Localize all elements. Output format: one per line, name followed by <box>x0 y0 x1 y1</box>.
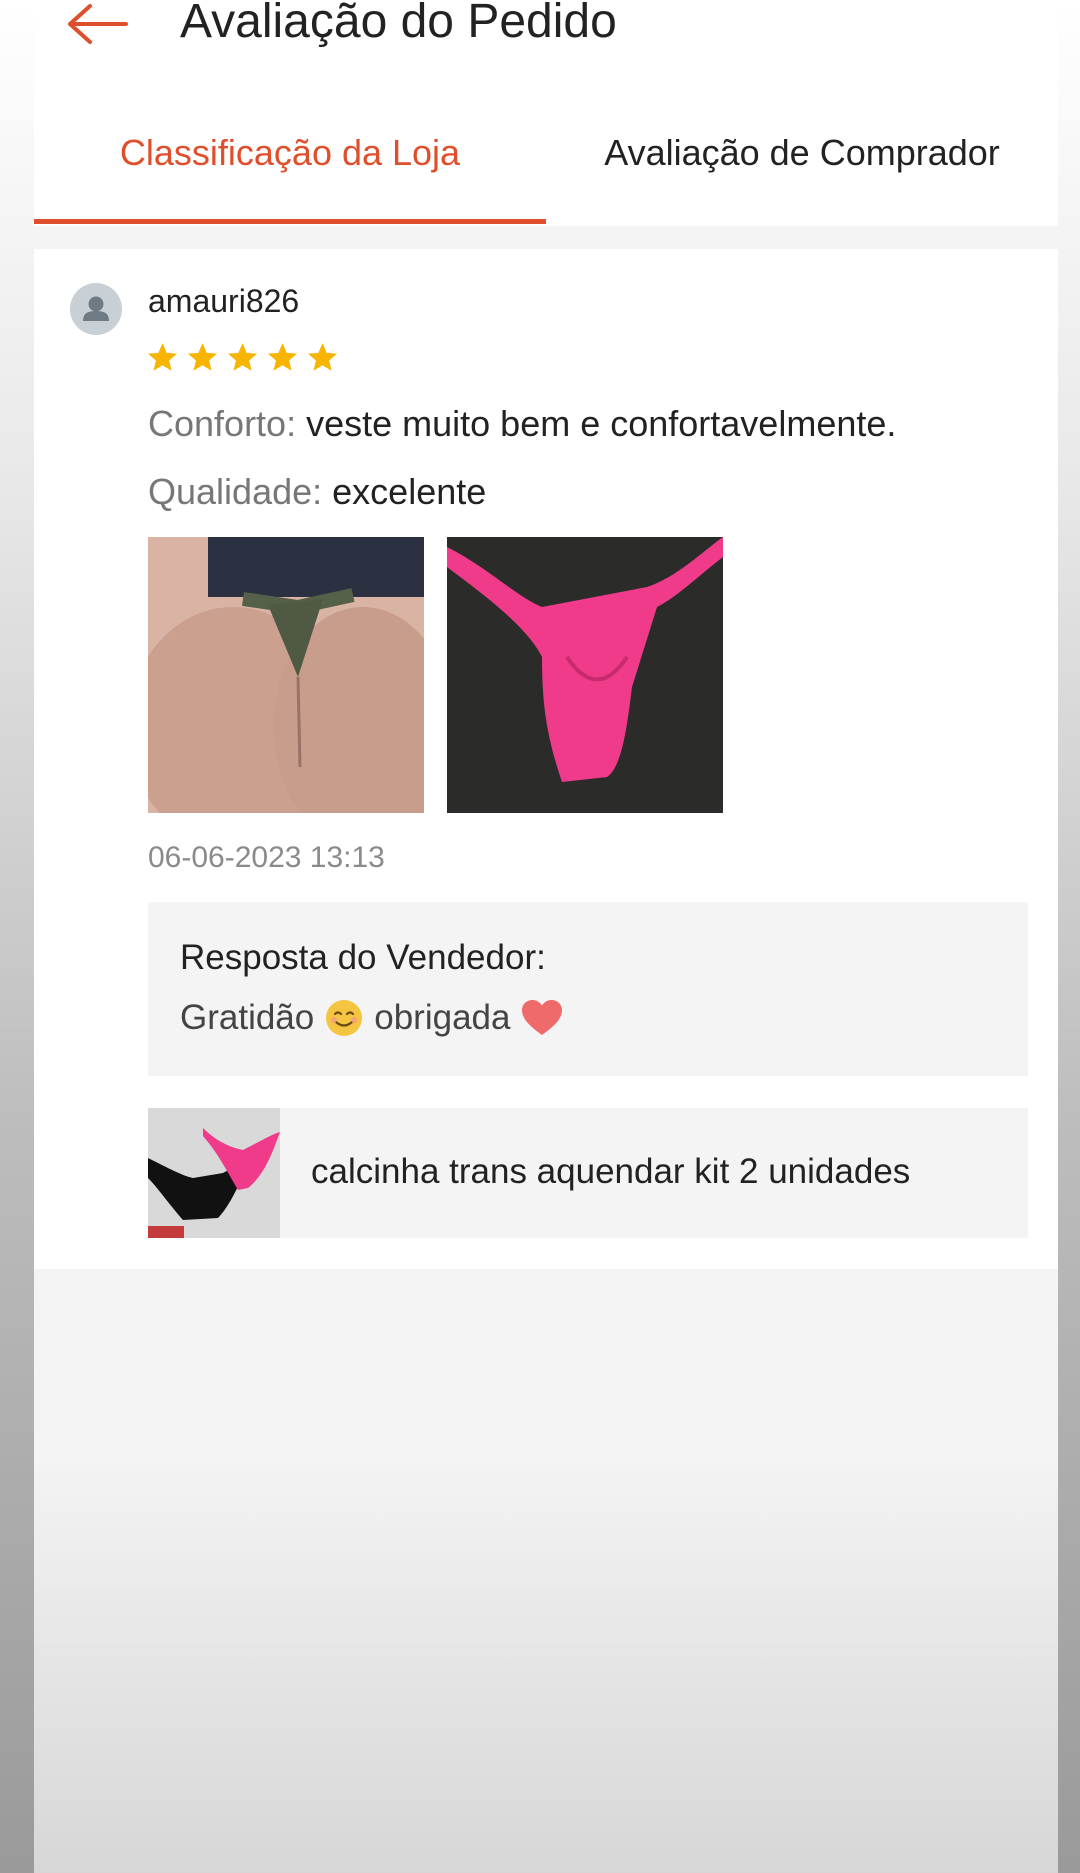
star-icon <box>227 343 258 371</box>
back-button[interactable] <box>64 0 134 50</box>
field-value: veste muito bem e confortavelmente. <box>306 403 897 444</box>
heart-icon <box>522 1000 563 1035</box>
review-field-quality: Qualidade: excelente <box>148 471 486 513</box>
arrow-left-icon <box>68 4 128 44</box>
review-page: Avaliação do Pedido Classificação da Loj… <box>34 0 1058 1873</box>
star-icon <box>187 343 218 371</box>
field-label: Qualidade: <box>148 471 323 512</box>
star-icon <box>267 343 298 371</box>
app-header: Avaliação do Pedido <box>34 0 1058 80</box>
review-card: amauri826 Conforto: veste muito bem e co… <box>34 249 1058 1269</box>
product-name: calcinha trans aquendar kit 2 unidades <box>311 1152 911 1191</box>
seller-reply-title: Resposta do Vendedor: <box>180 938 546 977</box>
product-thumbnail <box>148 1108 280 1238</box>
tab-buyer-rating[interactable]: Avaliação de Comprador <box>546 80 1058 226</box>
star-icon <box>147 343 178 371</box>
review-photo-1[interactable] <box>148 537 424 813</box>
avatar[interactable] <box>70 283 122 335</box>
smiling-face-icon <box>326 1000 363 1036</box>
review-timestamp: 06-06-2023 13:13 <box>148 841 385 874</box>
field-value: excelente <box>332 471 487 512</box>
user-icon <box>83 296 109 321</box>
review-photo-image <box>447 537 723 813</box>
rating-stars <box>146 341 339 374</box>
star-icon <box>307 343 338 371</box>
review-photo-image <box>148 537 424 813</box>
review-field-comfort: Conforto: veste muito bem e confortavelm… <box>148 403 896 445</box>
product-image <box>148 1108 280 1238</box>
seller-reply-text: Gratidão obrigada <box>180 998 564 1038</box>
page-title: Avaliação do Pedido <box>180 0 617 48</box>
seller-reply-box: Resposta do Vendedor: Gratidão obrigada <box>148 902 1028 1076</box>
active-tab-indicator <box>34 219 546 224</box>
reviewer-username: amauri826 <box>148 283 300 319</box>
review-photo-2[interactable] <box>447 537 723 813</box>
reply-text-part: obrigada <box>374 998 511 1037</box>
field-label: Conforto: <box>148 403 297 444</box>
tab-store-rating[interactable]: Classificação da Loja <box>34 80 546 226</box>
reply-text-part: Gratidão <box>180 998 315 1037</box>
tab-bar: Classificação da Loja Avaliação de Compr… <box>34 80 1058 226</box>
product-link[interactable]: calcinha trans aquendar kit 2 unidades <box>148 1108 1028 1238</box>
